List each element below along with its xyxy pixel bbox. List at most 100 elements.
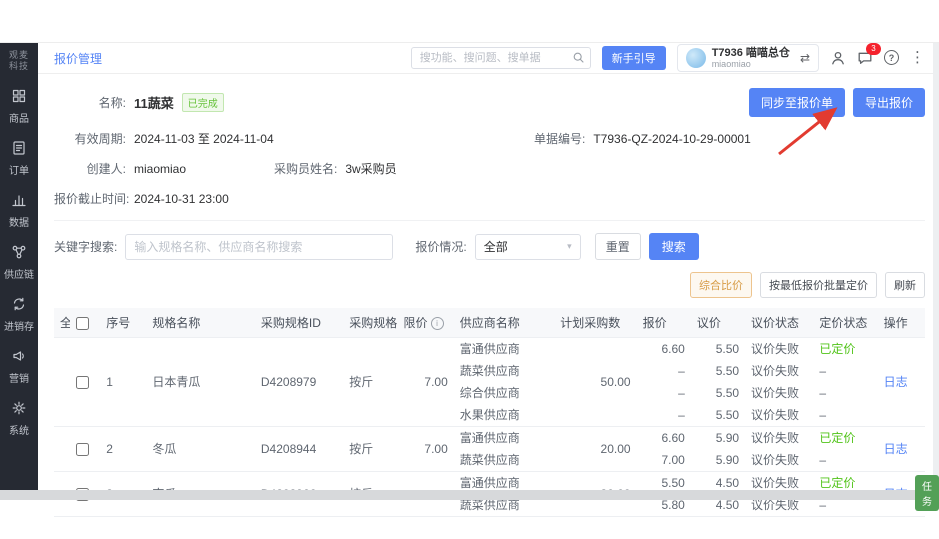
reset-button[interactable]: 重置: [594, 233, 641, 260]
sidebar-item-label: 商品: [9, 113, 29, 125]
quote-status-label: 报价情况:: [415, 240, 467, 254]
sidebar-item-orders[interactable]: 订单: [0, 132, 38, 184]
sidebar-item-products[interactable]: 商品: [0, 80, 38, 132]
header-pricing-status: 定价状态: [813, 308, 878, 338]
sidebar-nav: 商品 订单 数据 供应链 进销存 营销 系统: [0, 80, 38, 444]
pricing-status: –: [819, 386, 827, 400]
breadcrumb[interactable]: 报价管理: [54, 50, 102, 67]
price-limit: 7.00: [397, 337, 454, 427]
user-menu[interactable]: T7936 喵喵总仓 miaomiao ⇄: [676, 43, 819, 73]
global-search-input[interactable]: [410, 46, 591, 69]
keyword-input[interactable]: [125, 233, 394, 260]
info-row-period: 有效周期: 2024-11-03 至 2024-11-04 单据编号: T793…: [54, 130, 925, 147]
header-index: 序号: [100, 308, 147, 338]
spec-name: 日本青瓜: [146, 337, 255, 427]
select-all-checkbox[interactable]: [76, 316, 90, 330]
filter-bar: 关键字搜索: 报价情况: 全部 ▾ 重置 搜索: [54, 220, 925, 260]
quotation-name: 11蔬菜: [134, 96, 174, 111]
name-label: 名称:: [98, 96, 126, 110]
message-icon[interactable]: 3: [857, 42, 881, 66]
header-supplier-name: 供应商名称: [453, 308, 555, 338]
spec-name: 冬瓜: [146, 426, 255, 472]
contacts-icon[interactable]: [830, 50, 846, 66]
sync-to-quotation-button[interactable]: 同步至报价单: [748, 88, 845, 117]
inventory-icon: [11, 296, 27, 315]
spec-id: D4208944: [254, 426, 344, 472]
bargain-status: 议价失败: [745, 337, 814, 360]
task-float-button[interactable]: 任务: [915, 475, 939, 511]
info-row-deadline: 报价截止时间: 2024-10-31 23:00: [54, 190, 925, 207]
period-value: 2024-11-03 至 2024-11-04: [134, 132, 274, 146]
table-toolbar: 综合比价 按最低报价批量定价 刷新: [54, 272, 925, 298]
bargain-value: 5.50: [715, 386, 740, 400]
pricing-status: –: [819, 408, 827, 422]
guide-button[interactable]: 新手引导: [601, 45, 666, 70]
deadline-label: 报价截止时间:: [54, 192, 130, 206]
supplier-name: 蔬菜供应商: [459, 453, 520, 467]
sidebar-item-data[interactable]: 数据: [0, 184, 38, 236]
content: 名称: 11蔬菜 已完成 同步至报价单 导出报价 有效周期: 2024-11-0…: [38, 74, 939, 517]
bargain-value: 5.90: [690, 426, 746, 449]
compare-prices-button[interactable]: 综合比价: [690, 272, 752, 298]
quote-value: –: [678, 364, 685, 378]
header-price-limit: 限价 i: [397, 308, 454, 338]
table-header-row: 全 序号 规格名称 采购规格ID 采购规格 限价i 供应商名称 计划采购数 报价…: [54, 308, 925, 338]
pricing-status: 已定价: [813, 426, 878, 449]
main-area: 报价管理 新手引导 T7936 喵喵总仓 miaomiao ⇄: [38, 42, 939, 517]
orders-icon: [11, 140, 27, 159]
header-bargain: 议价: [690, 308, 746, 338]
sidebar-item-system[interactable]: 系统: [0, 392, 38, 444]
sidebar-item-label: 供应链: [4, 269, 34, 281]
log-link[interactable]: 日志: [884, 375, 908, 389]
batch-lowest-price-button[interactable]: 按最低报价批量定价: [760, 272, 877, 298]
header-planned-qty: 计划采购数: [554, 308, 637, 338]
log-link[interactable]: 日志: [884, 442, 908, 456]
header-purchase-spec: 采购规格: [343, 308, 398, 338]
quote-status-select[interactable]: 全部 ▾: [474, 233, 581, 260]
bargain-value: 5.50: [690, 337, 746, 360]
more-menu-icon[interactable]: ⋮: [910, 50, 925, 65]
system-gear-icon: [11, 400, 27, 419]
switch-store-icon[interactable]: ⇄: [800, 51, 810, 65]
pricing-status: 已定价: [813, 337, 878, 360]
info-icon[interactable]: i: [430, 317, 444, 330]
supplier-name: 蔬菜供应商: [459, 364, 520, 378]
sidebar-item-label: 进销存: [4, 321, 34, 333]
sidebar-item-supply-chain[interactable]: 供应链: [0, 236, 38, 288]
help-icon[interactable]: ?: [884, 50, 899, 66]
quote-value: –: [678, 408, 685, 422]
creator-value: miaomiao: [134, 161, 187, 176]
sidebar-item-inventory[interactable]: 进销存: [0, 288, 38, 340]
sidebar-item-label: 订单: [9, 165, 29, 177]
sidebar-item-marketing[interactable]: 营销: [0, 340, 38, 392]
search-icon[interactable]: [572, 51, 585, 64]
vertical-scrollbar[interactable]: [933, 43, 939, 489]
pricing-status: –: [819, 453, 827, 467]
export-quotation-button[interactable]: 导出报价: [852, 88, 925, 117]
top-actions: 同步至报价单 导出报价: [748, 88, 925, 117]
pricing-status: –: [819, 364, 827, 378]
bargain-status: 议价失败: [751, 453, 800, 467]
row-checkbox[interactable]: [76, 443, 90, 457]
topbar: 报价管理 新手引导 T7936 喵喵总仓 miaomiao ⇄: [38, 42, 939, 74]
refresh-button[interactable]: 刷新: [885, 272, 925, 298]
doc-no-value: T7936-QZ-2024-10-29-00001: [593, 131, 751, 146]
table-wrap: 全 序号 规格名称 采购规格ID 采购规格 限价i 供应商名称 计划采购数 报价…: [54, 308, 925, 517]
select-all-label: 全: [60, 316, 70, 330]
row-index: 2: [100, 426, 147, 472]
bargain-value: 5.50: [715, 408, 740, 422]
doc-no-label: 单据编号:: [534, 132, 586, 146]
supply-chain-icon: [11, 244, 27, 263]
planned-qty: 50.00: [554, 337, 637, 427]
planned-qty: 20.00: [554, 426, 637, 472]
horizontal-scrollbar[interactable]: [0, 490, 939, 500]
table-row: 2 冬瓜 D4208944 按斤 7.00 富通供应商 20.00 6.60 5…: [54, 426, 925, 472]
data-icon: [11, 192, 27, 211]
supplier-name: 水果供应商: [459, 408, 520, 422]
row-checkbox[interactable]: [76, 376, 90, 390]
search-button[interactable]: 搜索: [648, 233, 699, 260]
row-index: 1: [100, 337, 147, 427]
supplier-name: 富通供应商: [453, 426, 555, 449]
info-row-creator: 创建人: miaomiao 采购员姓名: 3w采购员: [54, 160, 925, 177]
sidebar-item-label: 系统: [9, 425, 29, 437]
